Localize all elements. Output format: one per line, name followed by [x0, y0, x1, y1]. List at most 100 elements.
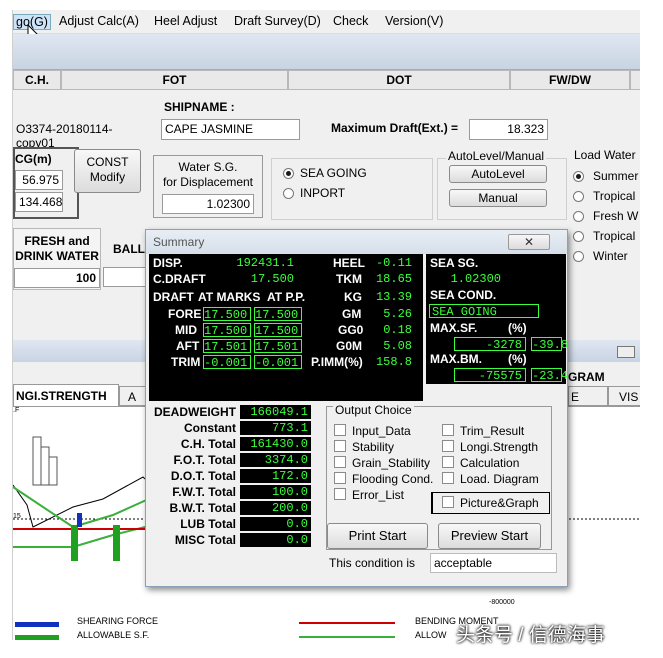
menu-draft-survey[interactable]: Draft Survey(D): [234, 14, 321, 28]
disp-label: DISP.: [153, 256, 183, 270]
checkbox-option[interactable]: [442, 456, 454, 468]
picture-graph-label: Picture&Graph: [460, 496, 539, 510]
gg0-value: 0.18: [367, 323, 415, 337]
weight-label: F.O.T. Total: [173, 453, 236, 467]
menu-heel-adjust[interactable]: Heel Adjust: [154, 14, 217, 28]
checkbox-option[interactable]: [442, 472, 454, 484]
tab-longi-strength[interactable]: NGI.STRENGTH: [13, 384, 119, 406]
cg-box: CG(m) 56.975 134.468: [13, 147, 79, 219]
autolevel-button[interactable]: AutoLevel: [449, 165, 547, 183]
legend-allowable-label: ALLOWABLE S.F.: [77, 630, 150, 640]
menu-bar: go(G) Adjust Calc(A) Heel Adjust Draft S…: [13, 10, 640, 34]
autolevel-title: AutoLevel/Manual: [446, 149, 547, 163]
option-label: Calculation: [460, 456, 520, 470]
output-choice-label: Output Choice: [333, 403, 414, 417]
weight-label: D.O.T. Total: [170, 469, 236, 483]
menu-adjust-calc[interactable]: Adjust Calc(A): [59, 14, 139, 28]
checkbox-option[interactable]: [334, 440, 346, 452]
checkbox-option[interactable]: [334, 488, 346, 500]
checkbox-option[interactable]: [334, 472, 346, 484]
hatch-block-1: [32, 436, 42, 486]
disp-value: 192431.1: [203, 256, 297, 270]
menu-check[interactable]: Check: [333, 14, 368, 28]
fresh-water-value[interactable]: 100: [14, 268, 100, 288]
weight-value: 100.0: [240, 485, 311, 499]
cdraft-label: C.DRAFT: [153, 272, 206, 286]
sea-cond-value: SEA GOING: [429, 304, 539, 319]
mid-marks: 17.500: [203, 323, 251, 338]
manual-button[interactable]: Manual: [449, 189, 547, 207]
radio-tropical[interactable]: [573, 191, 584, 202]
ballast-field[interactable]: [103, 267, 147, 287]
weight-value: 0.0: [240, 533, 311, 547]
option-label: Stability: [352, 440, 395, 454]
max-bm-pct-label: (%): [508, 352, 527, 366]
cg-value-1[interactable]: 56.975: [15, 170, 63, 190]
sea-sg-value: 1.02300: [429, 272, 504, 286]
checkbox-option[interactable]: [334, 424, 346, 436]
mid-label: MID: [175, 323, 197, 337]
radio-summer[interactable]: [573, 171, 584, 182]
chart-axis-value: -800000: [489, 599, 515, 606]
water-sg-box: Water S.G. for Displacement 1.02300: [153, 155, 263, 218]
legend-allow2-label: ALLOW: [415, 630, 447, 640]
max-sf-label: MAX.SF.: [430, 321, 478, 335]
fresh-water-label: FRESH and DRINK WATER: [15, 234, 99, 263]
checkbox-option[interactable]: [442, 424, 454, 436]
legend-swatch-shearing: [15, 622, 59, 627]
ship-name-field[interactable]: CAPE JASMINE: [161, 119, 300, 140]
water-sg-field[interactable]: 1.02300: [162, 194, 254, 214]
gm-label: GM: [342, 307, 362, 321]
radio-sea-going[interactable]: [283, 168, 294, 179]
chart-marker-label: 15: [13, 513, 21, 520]
radio-inport[interactable]: [283, 188, 294, 199]
kg-value: 13.39: [367, 290, 415, 304]
fore-pp: 17.500: [254, 307, 302, 322]
tab-gram[interactable]: GRAM: [568, 370, 605, 384]
radio-tropical-fresh[interactable]: [573, 231, 584, 242]
fore-label: FORE: [168, 307, 202, 321]
max-draft-field[interactable]: 18.323: [469, 119, 548, 140]
cg-label: CG(m): [15, 152, 52, 166]
g0m-value: 5.08: [367, 339, 415, 353]
fresh-water-label: Fresh W: [593, 209, 639, 223]
column-header-ch[interactable]: C.H.: [13, 70, 61, 90]
menu-version[interactable]: Version(V): [385, 14, 443, 28]
weight-value: 161430.0: [240, 437, 311, 451]
column-header-dot[interactable]: DOT: [288, 70, 510, 90]
max-bm-value: -75575: [454, 368, 526, 383]
option-label: Trim_Result: [460, 424, 525, 438]
checkbox-option[interactable]: [442, 440, 454, 452]
close-icon[interactable]: ✕: [508, 234, 550, 250]
hatch-block-3: [48, 456, 58, 486]
gg0-label: GG0: [338, 323, 364, 337]
max-draft-label: Maximum Draft(Ext.) =: [331, 121, 459, 135]
tkm-label: TKM: [336, 272, 362, 286]
const-modify-button[interactable]: CONST Modify: [74, 149, 141, 193]
tab-e[interactable]: E: [568, 386, 608, 406]
weight-label: C.H. Total: [180, 437, 236, 451]
max-bm-label: MAX.BM.: [430, 352, 482, 366]
aft-pp: 17.501: [254, 339, 302, 354]
cg-value-2[interactable]: 134.468: [15, 192, 63, 212]
column-header-fot[interactable]: FOT: [61, 70, 288, 90]
sea-going-label: SEA GOING: [300, 166, 367, 180]
summary-titlebar[interactable]: Summary ✕: [146, 230, 567, 254]
column-header-fwdw[interactable]: FW/DW: [510, 70, 630, 90]
weight-value: 200.0: [240, 501, 311, 515]
checkbox-picture-graph[interactable]: [442, 496, 454, 508]
tab-vis[interactable]: VIS: [608, 386, 640, 406]
checkbox-option[interactable]: [334, 456, 346, 468]
restore-icon[interactable]: [617, 346, 635, 358]
max-sf-value: -3278: [454, 337, 526, 352]
cdraft-value: 17.500: [228, 272, 297, 286]
print-start-button[interactable]: Print Start: [327, 523, 428, 549]
preview-start-button[interactable]: Preview Start: [438, 523, 541, 549]
shipname-label: SHIPNAME :: [164, 100, 235, 114]
water-sg-label: Water S.G. for Displacement: [162, 160, 254, 189]
summary-title: Summary: [153, 235, 205, 249]
marker-bar-1: [71, 525, 78, 561]
radio-winter[interactable]: [573, 251, 584, 262]
aft-label: AFT: [176, 339, 200, 353]
radio-fresh-water[interactable]: [573, 211, 584, 222]
